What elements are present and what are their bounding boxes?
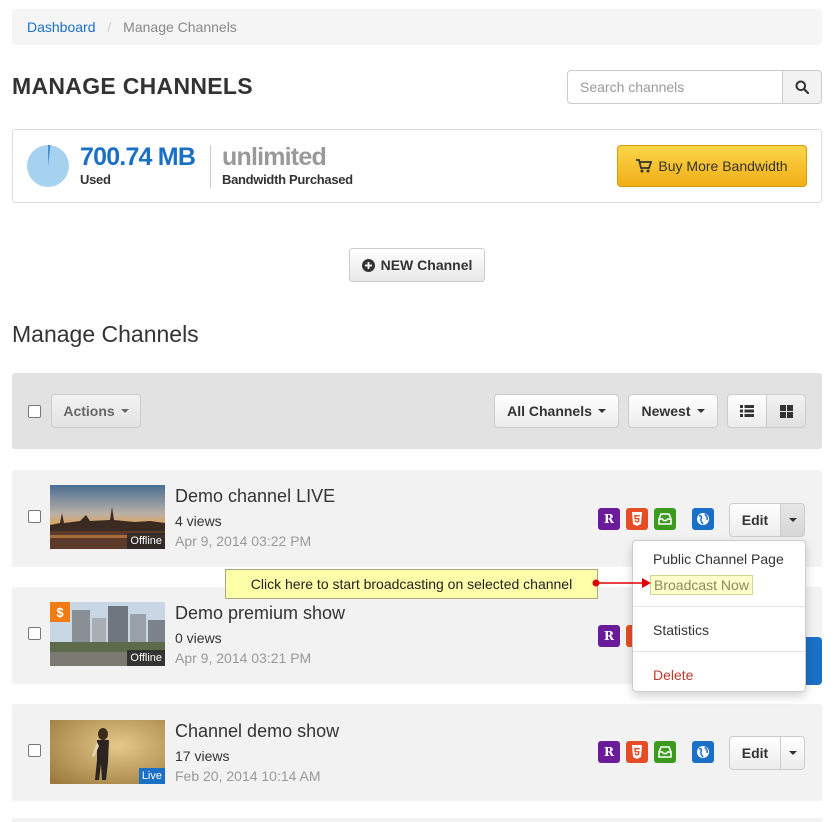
sort-dropdown[interactable]: Newest <box>628 394 718 428</box>
tutorial-callout: Click here to start broadcasting on sele… <box>225 569 598 599</box>
channel-status-badge: Offline <box>127 533 165 549</box>
page-title: MANAGE CHANNELS <box>12 73 253 99</box>
html5-icon <box>626 508 648 530</box>
globe-icon[interactable] <box>692 741 714 763</box>
menu-divider <box>633 651 805 652</box>
search-button[interactable] <box>783 70 822 104</box>
channel-thumbnail[interactable]: $ Offline <box>50 602 165 666</box>
channel-views: 0 views <box>175 630 222 646</box>
channel-format-icons: R <box>598 508 676 530</box>
bandwidth-used: 700.74 MB Used <box>80 143 196 187</box>
channel-thumbnail[interactable]: Live <box>50 720 165 784</box>
caret-down-icon <box>788 751 797 755</box>
callout-arrow-icon <box>592 578 651 588</box>
search-bar <box>567 70 822 104</box>
channel-options-menu: Public Channel Page Broadcast Now Statis… <box>632 540 806 692</box>
channel-checkbox[interactable] <box>28 627 41 640</box>
edit-button-partial[interactable] <box>805 637 822 685</box>
new-channel-label: NEW Channel <box>380 257 473 273</box>
edit-dropdown-toggle[interactable] <box>781 503 805 537</box>
sort-label: Newest <box>641 403 691 419</box>
bandwidth-purchased-label: Bandwidth Purchased <box>222 171 353 187</box>
actions-label: Actions <box>63 403 115 419</box>
rtmp-icon: R <box>598 508 620 530</box>
search-input[interactable] <box>567 70 783 104</box>
caret-down-icon <box>788 518 797 522</box>
edit-button-group: Edit <box>729 503 805 537</box>
caret-down-icon <box>120 409 129 413</box>
caret-down-icon <box>696 409 705 413</box>
filter-dropdown[interactable]: All Channels <box>494 394 619 428</box>
rtmp-icon: R <box>598 741 620 763</box>
channel-date: Feb 20, 2014 10:14 AM <box>175 768 321 784</box>
new-channel-button[interactable]: NEW Channel <box>349 248 485 282</box>
channel-thumbnail[interactable]: Offline <box>50 485 165 549</box>
grid-view-button[interactable] <box>766 394 806 428</box>
globe-icon[interactable] <box>692 508 714 530</box>
channel-title[interactable]: Channel demo show <box>175 721 339 742</box>
caret-down-icon <box>597 409 606 413</box>
html5-icon <box>626 741 648 763</box>
bandwidth-divider <box>210 145 211 188</box>
channel-checkbox[interactable] <box>28 744 41 757</box>
section-title: Manage Channels <box>12 321 199 347</box>
channel-title[interactable]: Demo premium show <box>175 603 345 624</box>
edit-button-group: Edit <box>729 736 805 770</box>
channel-title[interactable]: Demo channel LIVE <box>175 486 335 507</box>
edit-dropdown-toggle[interactable] <box>781 736 805 770</box>
inbox-icon <box>654 741 676 763</box>
channel-checkbox[interactable] <box>28 510 41 523</box>
menu-item-statistics[interactable]: Statistics <box>653 622 709 638</box>
edit-button[interactable]: Edit <box>729 503 781 537</box>
inbox-icon <box>654 508 676 530</box>
channels-toolbar: Actions All Channels Newest <box>12 373 822 449</box>
bandwidth-purchased-value: unlimited <box>222 143 327 171</box>
actions-dropdown[interactable]: Actions <box>51 394 141 428</box>
bandwidth-used-label: Used <box>80 171 111 187</box>
channel-status-badge: Live <box>138 768 165 784</box>
select-all-checkbox[interactable] <box>28 405 41 418</box>
bandwidth-used-value: 700.74 MB <box>80 143 196 171</box>
search-icon <box>795 80 809 94</box>
bandwidth-panel: 700.74 MB Used unlimited Bandwidth Purch… <box>12 129 822 203</box>
plus-circle-icon <box>361 258 375 272</box>
channel-row: Live Channel demo show 17 views Feb 20, … <box>12 704 822 801</box>
rtmp-icon: R <box>598 625 620 647</box>
breadcrumb-current: Manage Channels <box>123 19 237 35</box>
grid-view-icon <box>779 404 793 418</box>
bandwidth-purchased: unlimited Bandwidth Purchased <box>222 143 353 187</box>
list-view-button[interactable] <box>727 394 767 428</box>
buy-bandwidth-button[interactable]: Buy More Bandwidth <box>617 145 807 187</box>
channel-date: Apr 9, 2014 03:21 PM <box>175 650 312 666</box>
channel-status-badge: Offline <box>127 650 165 666</box>
edit-button[interactable]: Edit <box>729 736 781 770</box>
bandwidth-pie-icon <box>27 145 69 187</box>
menu-item-broadcast-now[interactable]: Broadcast Now <box>650 575 753 595</box>
channel-views: 17 views <box>175 748 230 764</box>
list-view-icon <box>740 405 754 417</box>
cart-icon <box>636 159 653 173</box>
filter-label: All Channels <box>507 403 592 419</box>
premium-badge: $ <box>50 602 70 622</box>
buy-bandwidth-label: Buy More Bandwidth <box>658 158 788 174</box>
breadcrumb-separator: / <box>107 19 112 35</box>
channel-views: 4 views <box>175 513 222 529</box>
next-row-edge <box>12 818 822 822</box>
channel-date: Apr 9, 2014 03:22 PM <box>175 533 312 549</box>
breadcrumb: Dashboard / Manage Channels <box>12 9 822 45</box>
breadcrumb-dashboard-link[interactable]: Dashboard <box>27 19 96 35</box>
menu-item-public-page[interactable]: Public Channel Page <box>653 551 784 567</box>
channel-format-icons: R <box>598 741 676 763</box>
menu-divider <box>633 606 805 607</box>
menu-item-delete[interactable]: Delete <box>653 667 693 683</box>
